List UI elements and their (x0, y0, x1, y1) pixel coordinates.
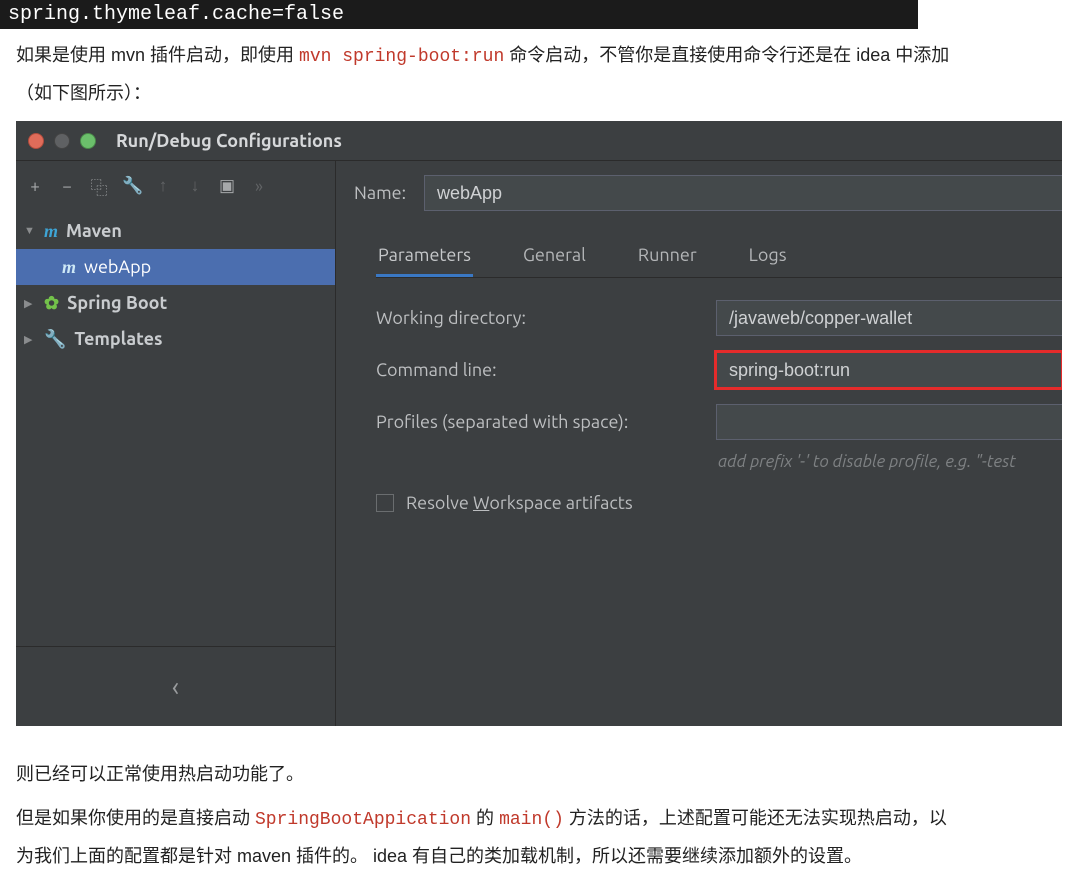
text: 如果是使用 mvn 插件启动，即使用 (16, 45, 299, 65)
mnemonic: W (473, 493, 489, 513)
checkbox-icon[interactable] (376, 494, 394, 512)
tabs: Parameters General Runner Logs (376, 239, 1062, 278)
tab-general[interactable]: General (521, 239, 588, 277)
ide-screenshot: Run/Debug Configurations + − ⿻ 🔧 ↑ ↓ ▣ »… (16, 121, 1062, 726)
name-row: Name: (354, 175, 1062, 211)
move-down-icon[interactable]: ↓ (186, 176, 204, 196)
maven-icon: m (62, 257, 76, 278)
tab-runner[interactable]: Runner (636, 239, 699, 277)
name-input[interactable] (424, 175, 1062, 211)
wrench-icon[interactable]: 🔧 (122, 176, 140, 196)
inline-code: mvn spring-boot:run (299, 47, 504, 67)
text: 但是如果你使用的是直接启动 (16, 808, 255, 828)
tree-label: Maven (66, 221, 122, 241)
tab-logs[interactable]: Logs (747, 239, 789, 277)
tree-node-maven[interactable]: ▼ m Maven (16, 213, 335, 249)
working-dir-input[interactable] (716, 300, 1062, 336)
paragraph-3: 但是如果你使用的是直接启动 SpringBootAppication 的 mai… (16, 800, 956, 874)
text: orkspace artifacts (489, 493, 632, 513)
folder-icon[interactable]: ▣ (218, 176, 236, 196)
inline-code: main() (499, 810, 564, 830)
command-line-input[interactable] (716, 352, 1062, 388)
remove-icon[interactable]: − (58, 177, 76, 196)
move-up-icon[interactable]: ↑ (154, 176, 172, 196)
paragraph-1: 如果是使用 mvn 插件启动，即使用 mvn spring-boot:run 命… (16, 37, 956, 111)
sidebar: + − ⿻ 🔧 ↑ ↓ ▣ » ▼ m Maven m webApp (16, 161, 336, 726)
chevron-left-icon: ‹ (172, 672, 179, 701)
main-panel: Name: Parameters General Runner Logs Wor… (336, 161, 1062, 726)
chevron-down-icon: ▼ (24, 225, 36, 237)
spring-icon: ✿ (44, 293, 59, 314)
add-icon[interactable]: + (26, 177, 44, 196)
text: Resolve (406, 493, 473, 513)
profiles-label: Profiles (separated with space): (376, 412, 716, 432)
tree-node-webapp[interactable]: m webApp (16, 249, 335, 285)
minimize-icon[interactable] (54, 133, 70, 149)
parameters-form: Working directory: Command line: Profile… (376, 300, 1062, 513)
resolve-workspace-label: Resolve Workspace artifacts (406, 493, 633, 513)
tab-parameters[interactable]: Parameters (376, 239, 473, 277)
command-line-label: Command line: (376, 360, 716, 380)
wrench-icon: 🔧 (44, 329, 66, 350)
collapse-sidebar-button[interactable]: ‹ (16, 646, 335, 726)
working-dir-label: Working directory: (376, 308, 716, 328)
more-icon[interactable]: » (250, 177, 268, 196)
paragraph-2: 则已经可以正常使用热启动功能了。 (16, 756, 956, 792)
window-title: Run/Debug Configurations (116, 131, 342, 151)
window-titlebar: Run/Debug Configurations (16, 121, 1062, 161)
tree-node-templates[interactable]: ▶ 🔧 Templates (16, 321, 335, 357)
copy-icon[interactable]: ⿻ (90, 174, 108, 199)
ide-body: + − ⿻ 🔧 ↑ ↓ ▣ » ▼ m Maven m webApp (16, 161, 1062, 726)
maven-icon: m (44, 221, 58, 242)
close-icon[interactable] (28, 133, 44, 149)
tree-label: Spring Boot (67, 293, 167, 313)
resolve-workspace-row[interactable]: Resolve Workspace artifacts (376, 493, 1062, 513)
tree-label: webApp (84, 257, 151, 277)
code-banner: spring.thymeleaf.cache=false (0, 0, 918, 29)
inline-code: SpringBootAppication (255, 810, 471, 830)
chevron-right-icon: ▶ (24, 333, 36, 346)
sidebar-toolbar: + − ⿻ 🔧 ↑ ↓ ▣ » (16, 161, 335, 211)
chevron-right-icon: ▶ (24, 297, 36, 310)
profiles-hint: add prefix '-' to disable profile, e.g. … (716, 452, 1062, 471)
text: 的 (471, 808, 499, 828)
maximize-icon[interactable] (80, 133, 96, 149)
tree-label: Templates (74, 329, 162, 349)
tree-node-springboot[interactable]: ▶ ✿ Spring Boot (16, 285, 335, 321)
config-tree: ▼ m Maven m webApp ▶ ✿ Spring Boot ▶ 🔧 T… (16, 211, 335, 646)
name-label: Name: (354, 183, 406, 203)
profiles-input[interactable] (716, 404, 1062, 440)
